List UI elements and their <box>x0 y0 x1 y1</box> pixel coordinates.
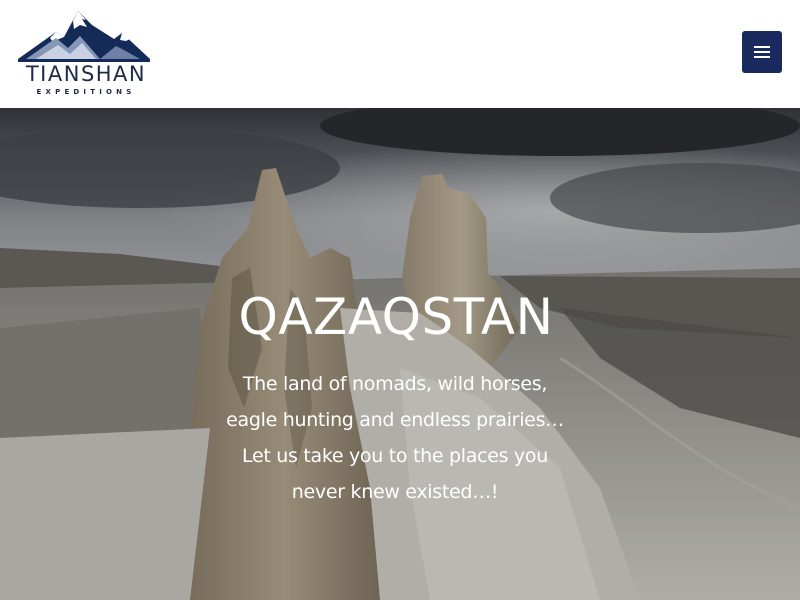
hero-title: QAZAQSTAN <box>238 288 554 346</box>
site-logo[interactable]: TIANSHAN EXPEDITIONS <box>16 8 152 100</box>
hero-section: QAZAQSTAN The land of nomads, wild horse… <box>0 108 800 600</box>
hero-tagline-line: Let us take you to the places you <box>242 445 548 467</box>
site-header: TIANSHAN EXPEDITIONS <box>0 0 800 108</box>
hero-tagline-line: never knew existed…! <box>291 481 499 503</box>
hero-tagline-line: The land of nomads, wild horses, <box>242 373 548 395</box>
menu-button[interactable] <box>742 31 782 73</box>
hero-overlay <box>0 108 800 600</box>
hero-tagline: The land of nomads, wild horses, eagle h… <box>200 366 590 510</box>
logo-name: TIANSHAN <box>25 62 147 86</box>
mountain-logo-icon <box>18 11 150 62</box>
logo-subtitle: EXPEDITIONS <box>36 88 136 96</box>
hamburger-menu-icon <box>754 46 770 58</box>
hero-tagline-line: eagle hunting and endless prairies… <box>226 409 564 431</box>
